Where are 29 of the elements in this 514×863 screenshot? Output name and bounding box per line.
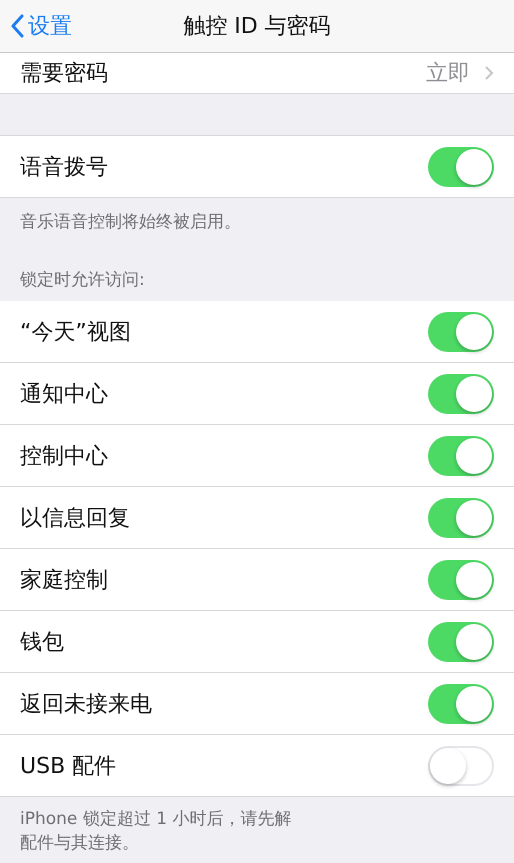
toggle-switch[interactable]: [428, 684, 494, 724]
row-label: 返回未接来电: [20, 690, 152, 718]
row-label: 控制中心: [20, 442, 108, 470]
back-button[interactable]: 设置: [0, 11, 72, 41]
toggle-switch[interactable]: [428, 146, 494, 186]
back-chevron-icon: [10, 14, 24, 38]
toggle-switch[interactable]: [428, 560, 494, 600]
nav-title: 触控 ID 与密码: [183, 13, 331, 41]
toggle-switch[interactable]: [428, 436, 494, 476]
toggle-switch[interactable]: [428, 312, 494, 352]
note-text: 音乐语音控制将始终被启用。: [19, 211, 242, 234]
section-header: 锁定时允许访问:: [19, 269, 146, 292]
toggle-switch[interactable]: [428, 746, 494, 786]
toggle-switch[interactable]: [428, 374, 494, 414]
toggle-switch[interactable]: [428, 622, 494, 662]
chevron-icon: [484, 65, 494, 81]
row-label: 语音拨号: [20, 154, 108, 182]
settings-row[interactable]: 需要密码 立即: [0, 53, 514, 94]
toggle-switch[interactable]: [428, 498, 494, 538]
row-label: USB 配件: [20, 752, 116, 780]
footer-text: 配件与其连接。: [20, 832, 140, 855]
footer-text: iPhone 锁定超过 1 小时后，请先解: [20, 808, 292, 831]
row-label: 需要密码: [20, 60, 108, 88]
row-label: 以信息回复: [20, 504, 130, 532]
row-value: 立即: [426, 60, 470, 88]
row-label: “今天”视图: [20, 318, 131, 346]
row-label: 家庭控制: [20, 566, 108, 594]
row-label: 钱包: [20, 628, 64, 656]
row-label: 通知中心: [20, 380, 108, 408]
